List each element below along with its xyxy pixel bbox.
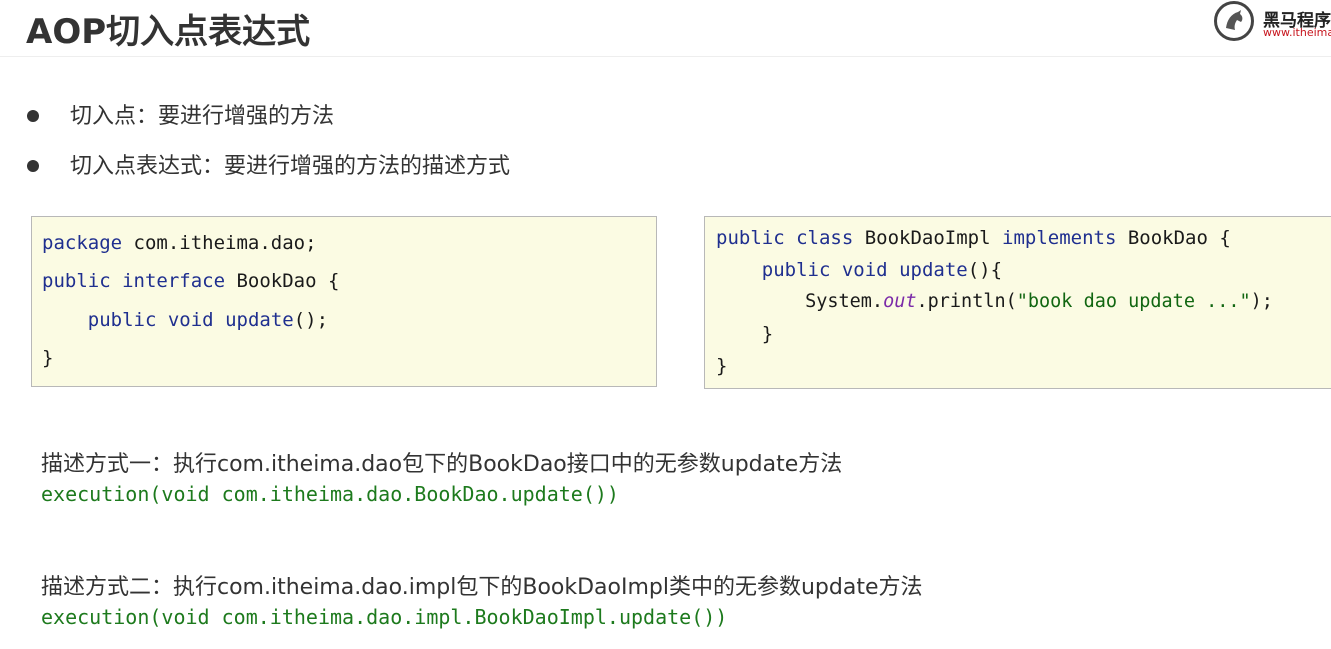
execution-expression: execution(void com.itheima.dao.impl.Book…	[41, 605, 728, 629]
bullet-text: 切入点表达式：要进行增强的方法的描述方式	[70, 154, 511, 179]
code-line: System.out.println("book dao update ..."…	[805, 291, 1273, 312]
execution-expression: execution(void com.itheima.dao.BookDao.u…	[41, 482, 619, 506]
bullet-dot-icon	[27, 110, 39, 122]
code-line: public void update();	[87, 309, 329, 331]
code-line: }	[716, 323, 774, 345]
horse-logo-icon	[1214, 1, 1254, 41]
code-line: }	[716, 355, 728, 377]
code-line: public void update(){	[761, 259, 1003, 281]
bullet-text: 切入点：要进行增强的方法	[70, 104, 335, 129]
code-line: package com.itheima.dao;	[42, 232, 317, 254]
code-block-interface: package com.itheima.dao; public interfac…	[31, 216, 657, 387]
code-line: }	[42, 347, 54, 369]
description-text: 描述方式一：执行com.itheima.dao包下的BookDao接口中的无参数…	[41, 452, 843, 477]
page-title: AOP切入点表达式	[26, 12, 311, 52]
logo-url: www.itheima	[1263, 26, 1331, 39]
code-line: public class BookDaoImpl implements Book…	[716, 227, 1231, 249]
code-line: public interface BookDao {	[42, 270, 340, 292]
description-text: 描述方式二：执行com.itheima.dao.impl包下的BookDaoIm…	[41, 575, 923, 600]
brand-logo: 黑马程序 www.itheima	[1212, 0, 1331, 44]
slide-header: AOP切入点表达式 黑马程序 www.itheima	[0, 0, 1331, 57]
bullet-dot-icon	[27, 160, 39, 172]
code-block-impl: public class BookDaoImpl implements Book…	[704, 216, 1331, 389]
